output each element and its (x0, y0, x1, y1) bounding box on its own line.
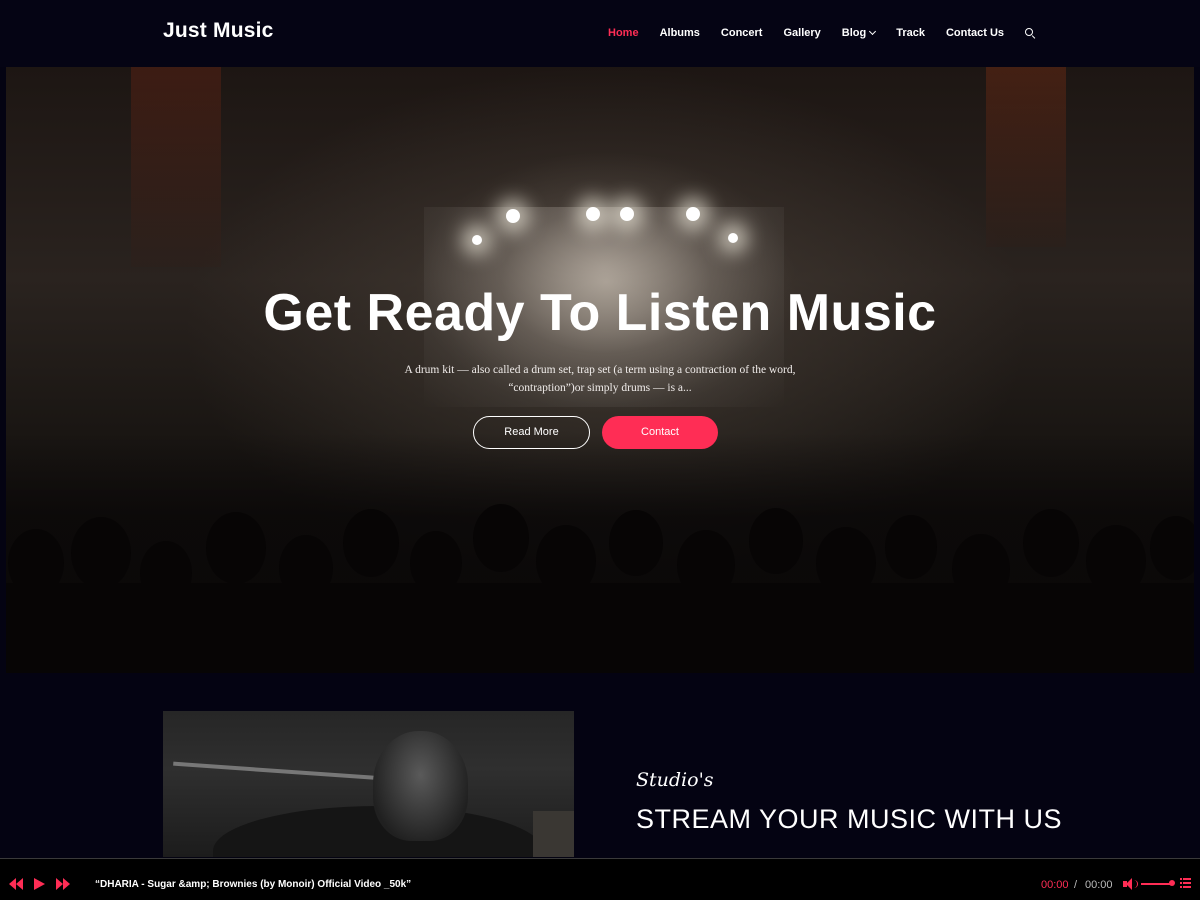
nav-item-gallery[interactable]: Gallery (783, 27, 820, 39)
hero-description-line: A drum kit — also called a drum set, tra… (404, 364, 796, 376)
nav-item-albums[interactable]: Albums (660, 27, 700, 39)
read-more-button[interactable]: Read More (473, 416, 590, 449)
section-script-label: Studio's (636, 769, 714, 791)
hero-background-detail (131, 67, 221, 267)
nav-item-label: Gallery (783, 27, 821, 39)
stage-light (506, 209, 520, 223)
hero-description-line: “contraption”)or simply drums — is a... (508, 382, 692, 394)
stage-light (472, 235, 482, 245)
hero-banner: Get Ready To Listen Music A drum kit — a… (6, 67, 1194, 673)
hero-title: Get Ready To Listen Music (263, 284, 937, 342)
crowd-silhouette (6, 504, 1194, 673)
site-logo[interactable]: Just Music (163, 19, 274, 43)
nav-item-label: Blog (841, 27, 867, 39)
nav-item-contact-us[interactable]: Contact Us (946, 27, 1004, 39)
playlist-icon[interactable] (1180, 878, 1191, 889)
volume-slider-handle[interactable] (1169, 880, 1175, 886)
site-header: Just Music Home Albums Concert Gallery B… (0, 0, 1200, 67)
nav-item-label: Albums (659, 27, 700, 39)
track-title: “DHARIA - Sugar &amp; Brownies (by Monoi… (95, 879, 412, 890)
studio-image (163, 711, 574, 857)
time-separator: / (1074, 879, 1078, 891)
search-icon[interactable] (1025, 28, 1036, 39)
play-icon[interactable] (34, 878, 45, 890)
audio-player-bar: “DHARIA - Sugar &amp; Brownies (by Monoi… (0, 858, 1200, 900)
nav-item-label: Home (608, 27, 639, 39)
nav-item-label: Contact Us (945, 27, 1005, 39)
nav-item-blog[interactable]: Blog (841, 27, 877, 39)
stage-light (586, 207, 600, 221)
duration-time: 00:00 (1085, 879, 1113, 891)
volume-slider[interactable] (1141, 883, 1171, 885)
stage-light (686, 207, 700, 221)
nav-item-label: Concert (720, 27, 763, 39)
stage-light (620, 207, 634, 221)
nav-item-track[interactable]: Track (896, 27, 925, 39)
hero-description: A drum kit — also called a drum set, tra… (395, 361, 805, 397)
current-time: 00:00 (1041, 879, 1069, 891)
contact-button[interactable]: Contact (602, 416, 718, 449)
section-title: STREAM YOUR MUSIC WITH US (636, 804, 1063, 834)
nav-item-label: Track (896, 27, 925, 39)
main-nav: Home Albums Concert Gallery Blog Track C… (608, 27, 1036, 39)
nav-item-home[interactable]: Home (608, 27, 639, 39)
chevron-down-icon (869, 27, 877, 36)
hero-background-detail (986, 67, 1066, 247)
nav-item-concert[interactable]: Concert (721, 27, 763, 39)
volume-icon[interactable] (1123, 878, 1138, 890)
stage-light (728, 233, 738, 243)
